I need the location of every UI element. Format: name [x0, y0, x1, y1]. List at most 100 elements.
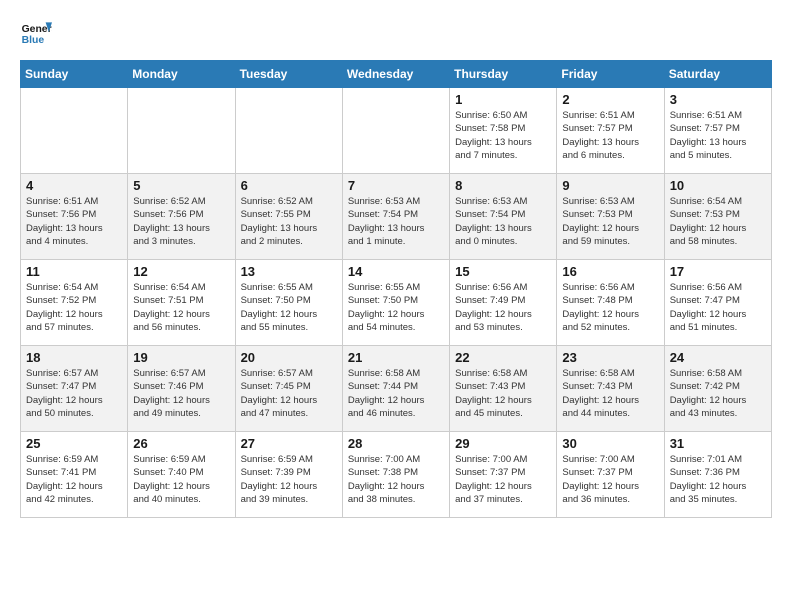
- day-number: 21: [348, 350, 444, 365]
- weekday-header: Friday: [557, 61, 664, 88]
- day-number: 25: [26, 436, 122, 451]
- day-number: 23: [562, 350, 658, 365]
- calendar-cell: 20Sunrise: 6:57 AM Sunset: 7:45 PM Dayli…: [235, 346, 342, 432]
- header-row: SundayMondayTuesdayWednesdayThursdayFrid…: [21, 61, 772, 88]
- day-info: Sunrise: 6:56 AM Sunset: 7:47 PM Dayligh…: [670, 281, 766, 334]
- calendar-cell: 5 Sunrise: 6:52 AM Sunset: 7:56 PM Daylig…: [128, 174, 235, 260]
- calendar-week-row: 1 Sunrise: 6:50 AM Sunset: 7:58 PM Daylig…: [21, 88, 772, 174]
- calendar-week-row: 4 Sunrise: 6:51 AM Sunset: 7:56 PM Daylig…: [21, 174, 772, 260]
- calendar-cell: 24 Sunrise: 6:58 AM Sunset: 7:42 PM Dayli…: [664, 346, 771, 432]
- day-number: 24: [670, 350, 766, 365]
- calendar-cell: 27 Sunrise: 6:59 AM Sunset: 7:39 PM Dayli…: [235, 432, 342, 518]
- day-number: 3: [670, 92, 766, 107]
- calendar-cell: 16 Sunrise: 6:56 AM Sunset: 7:48 PM Dayli…: [557, 260, 664, 346]
- day-info: Sunrise: 6:57 AM Sunset: 7:47 PM Dayligh…: [26, 367, 122, 420]
- day-info: Sunrise: 6:56 AM Sunset: 7:48 PM Dayligh…: [562, 281, 658, 334]
- day-number: 1: [455, 92, 551, 107]
- day-info: Sunrise: 6:53 AM Sunset: 7:54 PM Dayligh…: [455, 195, 551, 248]
- day-info: Sunrise: 6:51 AM Sunset: 7:57 PM Dayligh…: [670, 109, 766, 162]
- day-number: 4: [26, 178, 122, 193]
- day-number: 30: [562, 436, 658, 451]
- day-number: 13: [241, 264, 337, 279]
- day-info: Sunrise: 6:58 AM Sunset: 7:43 PM Dayligh…: [562, 367, 658, 420]
- calendar-cell: 3 Sunrise: 6:51 AM Sunset: 7:57 PM Daylig…: [664, 88, 771, 174]
- calendar-cell: 6Sunrise: 6:52 AM Sunset: 7:55 PM Daylig…: [235, 174, 342, 260]
- day-number: 31: [670, 436, 766, 451]
- day-number: 26: [133, 436, 229, 451]
- day-number: 17: [670, 264, 766, 279]
- calendar-cell: [128, 88, 235, 174]
- day-number: 8: [455, 178, 551, 193]
- weekday-header: Monday: [128, 61, 235, 88]
- weekday-header: Tuesday: [235, 61, 342, 88]
- day-info: Sunrise: 6:54 AM Sunset: 7:53 PM Dayligh…: [670, 195, 766, 248]
- calendar-cell: 25 Sunrise: 6:59 AM Sunset: 7:41 PM Dayli…: [21, 432, 128, 518]
- day-number: 10: [670, 178, 766, 193]
- calendar-cell: 14Sunrise: 6:55 AM Sunset: 7:50 PM Dayli…: [342, 260, 449, 346]
- day-number: 6: [241, 178, 337, 193]
- calendar-cell: 13 Sunrise: 6:55 AM Sunset: 7:50 PM Dayli…: [235, 260, 342, 346]
- calendar-cell: 11Sunrise: 6:54 AM Sunset: 7:52 PM Dayli…: [21, 260, 128, 346]
- calendar-cell: 4 Sunrise: 6:51 AM Sunset: 7:56 PM Daylig…: [21, 174, 128, 260]
- day-number: 5: [133, 178, 229, 193]
- calendar-table: SundayMondayTuesdayWednesdayThursdayFrid…: [20, 60, 772, 518]
- day-number: 7: [348, 178, 444, 193]
- day-number: 29: [455, 436, 551, 451]
- calendar-cell: [21, 88, 128, 174]
- page: General Blue SundayMondayTuesdayWednesda…: [0, 0, 792, 534]
- weekday-header: Wednesday: [342, 61, 449, 88]
- day-info: Sunrise: 6:58 AM Sunset: 7:43 PM Dayligh…: [455, 367, 551, 420]
- calendar-cell: 2Sunrise: 6:51 AM Sunset: 7:57 PM Daylig…: [557, 88, 664, 174]
- calendar-cell: 31 Sunrise: 7:01 AM Sunset: 7:36 PM Dayli…: [664, 432, 771, 518]
- day-info: Sunrise: 7:00 AM Sunset: 7:37 PM Dayligh…: [455, 453, 551, 506]
- day-info: Sunrise: 7:00 AM Sunset: 7:38 PM Dayligh…: [348, 453, 444, 506]
- calendar-cell: 17 Sunrise: 6:56 AM Sunset: 7:47 PM Dayli…: [664, 260, 771, 346]
- weekday-header: Saturday: [664, 61, 771, 88]
- day-info: Sunrise: 6:53 AM Sunset: 7:53 PM Dayligh…: [562, 195, 658, 248]
- weekday-header: Sunday: [21, 61, 128, 88]
- day-info: Sunrise: 6:50 AM Sunset: 7:58 PM Dayligh…: [455, 109, 551, 162]
- calendar-cell: 8 Sunrise: 6:53 AM Sunset: 7:54 PM Daylig…: [450, 174, 557, 260]
- calendar-cell: 26Sunrise: 6:59 AM Sunset: 7:40 PM Dayli…: [128, 432, 235, 518]
- calendar-cell: 7Sunrise: 6:53 AM Sunset: 7:54 PM Daylig…: [342, 174, 449, 260]
- day-info: Sunrise: 6:54 AM Sunset: 7:51 PM Dayligh…: [133, 281, 229, 334]
- calendar-cell: 28 Sunrise: 7:00 AM Sunset: 7:38 PM Dayli…: [342, 432, 449, 518]
- day-number: 16: [562, 264, 658, 279]
- day-number: 14: [348, 264, 444, 279]
- calendar-cell: 23 Sunrise: 6:58 AM Sunset: 7:43 PM Dayli…: [557, 346, 664, 432]
- calendar-cell: [342, 88, 449, 174]
- day-number: 20: [241, 350, 337, 365]
- calendar-cell: 15 Sunrise: 6:56 AM Sunset: 7:49 PM Dayli…: [450, 260, 557, 346]
- calendar-week-row: 25 Sunrise: 6:59 AM Sunset: 7:41 PM Dayli…: [21, 432, 772, 518]
- calendar-cell: [235, 88, 342, 174]
- day-info: Sunrise: 6:52 AM Sunset: 7:56 PM Dayligh…: [133, 195, 229, 248]
- calendar-cell: 10 Sunrise: 6:54 AM Sunset: 7:53 PM Dayli…: [664, 174, 771, 260]
- day-info: Sunrise: 6:55 AM Sunset: 7:50 PM Dayligh…: [241, 281, 337, 334]
- calendar-cell: 21 Sunrise: 6:58 AM Sunset: 7:44 PM Dayli…: [342, 346, 449, 432]
- calendar-cell: 18 Sunrise: 6:57 AM Sunset: 7:47 PM Dayli…: [21, 346, 128, 432]
- day-info: Sunrise: 7:01 AM Sunset: 7:36 PM Dayligh…: [670, 453, 766, 506]
- day-info: Sunrise: 6:59 AM Sunset: 7:39 PM Dayligh…: [241, 453, 337, 506]
- day-info: Sunrise: 6:57 AM Sunset: 7:46 PM Dayligh…: [133, 367, 229, 420]
- day-info: Sunrise: 6:58 AM Sunset: 7:42 PM Dayligh…: [670, 367, 766, 420]
- calendar-week-row: 18 Sunrise: 6:57 AM Sunset: 7:47 PM Dayli…: [21, 346, 772, 432]
- day-info: Sunrise: 6:54 AM Sunset: 7:52 PM Dayligh…: [26, 281, 122, 334]
- day-info: Sunrise: 6:59 AM Sunset: 7:41 PM Dayligh…: [26, 453, 122, 506]
- day-info: Sunrise: 6:58 AM Sunset: 7:44 PM Dayligh…: [348, 367, 444, 420]
- day-number: 18: [26, 350, 122, 365]
- weekday-header: Thursday: [450, 61, 557, 88]
- calendar-cell: 12 Sunrise: 6:54 AM Sunset: 7:51 PM Dayli…: [128, 260, 235, 346]
- calendar-cell: 30Sunrise: 7:00 AM Sunset: 7:37 PM Dayli…: [557, 432, 664, 518]
- logo-icon: General Blue: [20, 16, 52, 48]
- day-number: 15: [455, 264, 551, 279]
- day-number: 12: [133, 264, 229, 279]
- day-number: 28: [348, 436, 444, 451]
- day-info: Sunrise: 6:56 AM Sunset: 7:49 PM Dayligh…: [455, 281, 551, 334]
- day-number: 22: [455, 350, 551, 365]
- logo: General Blue: [20, 16, 56, 48]
- calendar-week-row: 11Sunrise: 6:54 AM Sunset: 7:52 PM Dayli…: [21, 260, 772, 346]
- day-number: 19: [133, 350, 229, 365]
- calendar-cell: 29 Sunrise: 7:00 AM Sunset: 7:37 PM Dayli…: [450, 432, 557, 518]
- day-info: Sunrise: 6:51 AM Sunset: 7:56 PM Dayligh…: [26, 195, 122, 248]
- day-number: 27: [241, 436, 337, 451]
